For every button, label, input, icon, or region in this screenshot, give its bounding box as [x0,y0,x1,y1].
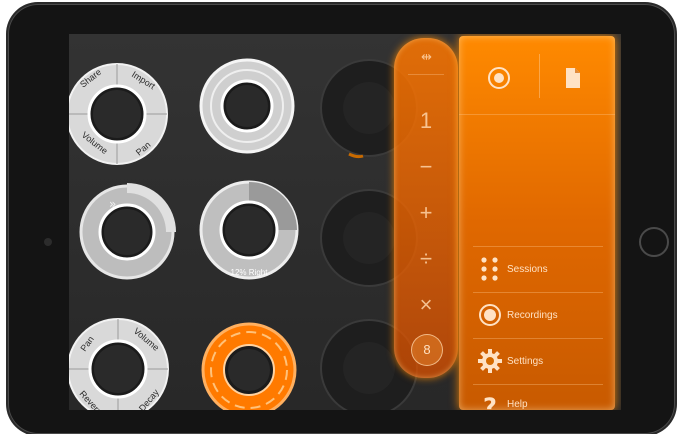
gear-icon [473,348,507,374]
plus-button[interactable]: + [394,200,458,226]
menu-item-label: Help [507,399,528,410]
side-menu-panel: Sessions Recordings Settings ? Help [459,36,615,410]
multiply-button[interactable]: × [394,292,458,318]
panel-topbar [459,36,615,115]
strip-divider [408,74,444,75]
grid-dots-icon [473,256,507,282]
menu-item-label: Recordings [507,309,558,321]
sync-icon[interactable]: ⇹ [394,44,458,70]
one-button[interactable]: 1 [394,108,458,134]
document-icon[interactable] [563,66,583,90]
loop-5-status: 12% Right [231,268,269,277]
loop-5[interactable]: 12% Right [197,178,301,286]
multiplier-value[interactable]: 8 [411,334,443,366]
math-control-strip: ⇹ 1 − + ÷ × 8 [394,38,458,378]
camera-dot [44,238,52,246]
record-icon [473,303,507,327]
divide-button[interactable]: ÷ [394,246,458,272]
loop-8-active[interactable] [199,320,299,410]
loop-1[interactable]: Share Import Volume Pan [69,58,173,170]
record-toggle-icon[interactable] [487,66,511,90]
menu-item-recordings[interactable]: Recordings [473,292,603,337]
app-screen: Share Import Volume Pan » 12% Right Pan … [69,34,621,410]
loop-2[interactable] [197,56,297,156]
menu-item-help[interactable]: ? Help [473,384,603,410]
minus-button[interactable]: − [394,154,458,180]
loop-4[interactable]: » [77,182,177,282]
menu-item-label: Settings [507,355,544,367]
menu-item-sessions[interactable]: Sessions [473,246,603,291]
home-button[interactable] [639,227,669,257]
loop-7[interactable]: Pan Volume Reverse Decay [69,314,173,410]
help-icon: ? [483,393,497,410]
menu-item-settings[interactable]: Settings [473,338,603,383]
menu-item-label: Sessions [507,263,548,275]
topbar-divider [539,54,540,98]
